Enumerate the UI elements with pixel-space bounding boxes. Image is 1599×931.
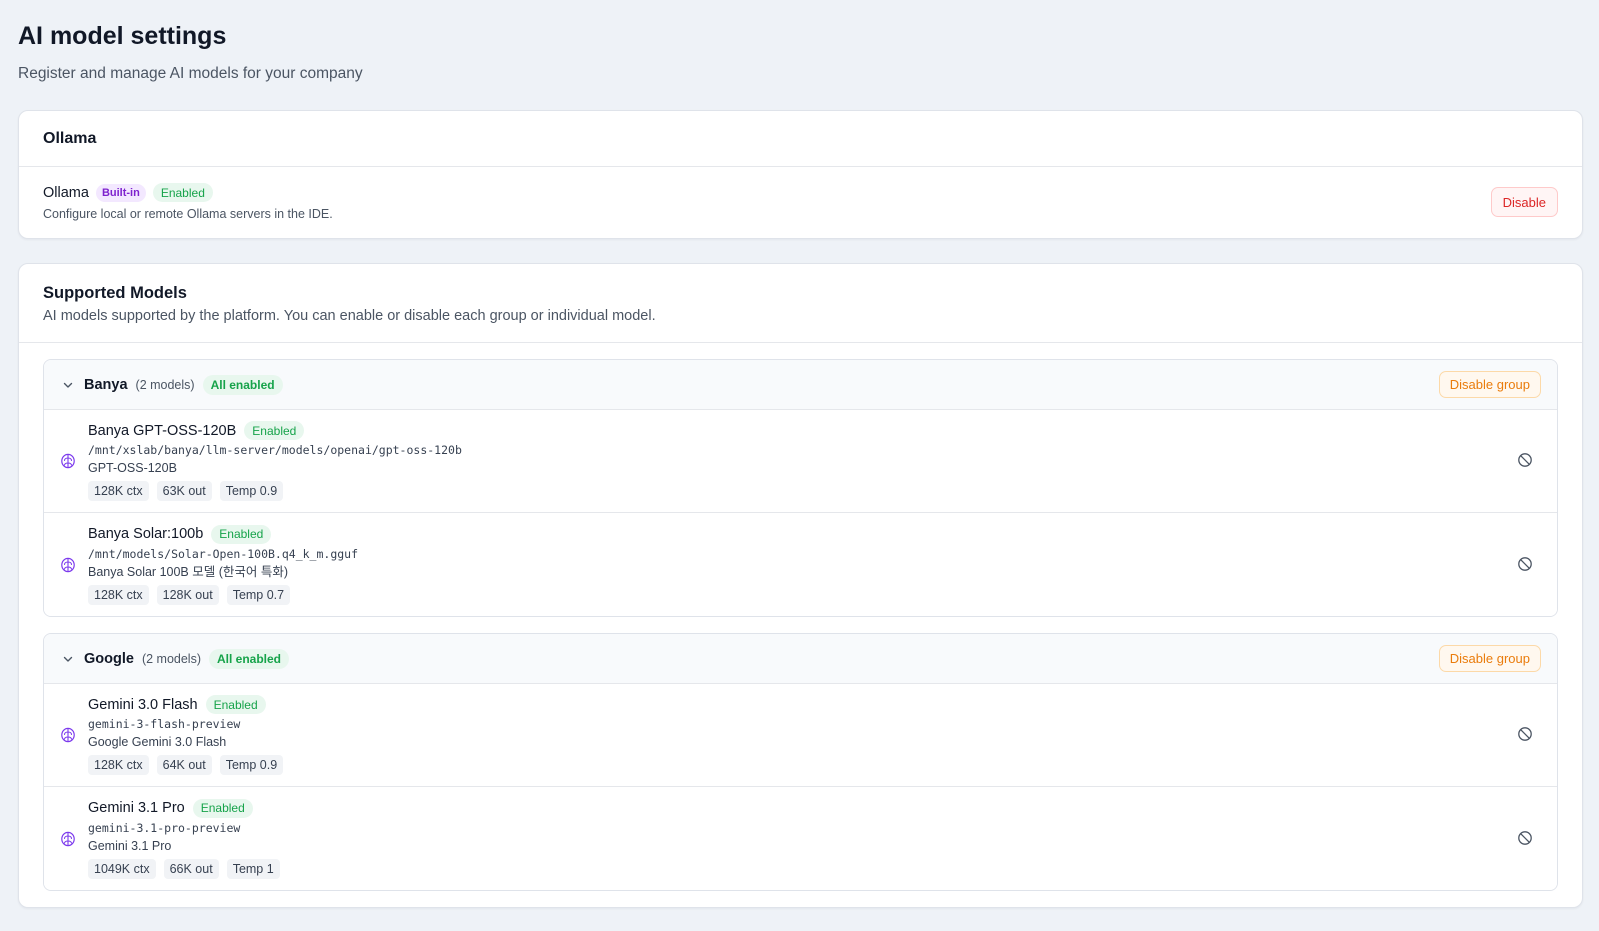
brain-icon [60,727,76,743]
page: AI model settings Register and manage AI… [0,0,1599,908]
model-row: Banya Solar:100b Enabled /mnt/models/Sol… [44,513,1557,616]
model-row: Gemini 3.1 Pro Enabled gemini-3.1-pro-pr… [44,787,1557,890]
ollama-disable-button[interactable]: Disable [1490,187,1558,217]
model-display-name: Banya Solar 100B 모델 (한국어 특화) [88,564,289,579]
group-model-count: (2 models) [141,651,201,666]
model-name-line: Gemini 3.0 Flash Enabled [88,695,1517,714]
group-model-count: (2 models) [135,377,195,392]
context-chip: 128K ctx [88,755,149,775]
model-name: Banya GPT-OSS-120B [88,422,237,439]
page-title: AI model settings [18,22,227,50]
model-status-badge: Enabled [205,695,266,714]
temperature-chip: Temp 1 [226,858,280,879]
ollama-description: Configure local or remote Ollama servers… [43,207,333,221]
chevron-down-icon[interactable] [60,377,76,393]
model-status-badge: Enabled [192,798,253,818]
model-group-banya: Banya (2 models) All enabled Disable gro… [43,359,1558,617]
ban-icon[interactable] [1517,830,1535,848]
model-display-name: Gemini 3.1 Pro [88,838,172,853]
group-status-badge: All enabled [202,374,283,395]
group-name: Banya [84,376,128,393]
ban-icon[interactable] [1517,726,1535,744]
model-group-google: Google (2 models) All enabled Disable gr… [43,633,1558,891]
model-name: Banya Solar:100b [88,526,204,542]
ollama-provider-row: Ollama Built-in Enabled Configure local … [19,167,1582,221]
model-details: Gemini 3.1 Pro Enabled gemini-3.1-pro-pr… [88,798,1517,879]
model-name: Gemini 3.1 Pro [88,800,185,816]
model-details: Banya GPT-OSS-120B Enabled /mnt/xslab/ba… [88,421,1517,501]
model-details: Gemini 3.0 Flash Enabled gemini-3-flash-… [88,695,1517,775]
group-name: Google [84,650,134,667]
brain-icon [60,453,76,469]
model-chips: 128K ctx 64K out Temp 0.9 [88,755,1517,775]
model-display-name: GPT-OSS-120B [88,461,177,475]
supported-models-title: Supported Models [43,284,187,302]
ollama-name: Ollama [43,184,89,201]
ollama-info: Ollama Built-in Enabled Configure local … [43,183,333,221]
group-header-left: Banya (2 models) All enabled [60,374,283,395]
brain-icon [60,557,76,573]
ban-icon[interactable] [1517,556,1535,574]
supported-models-description: AI models supported by the platform. You… [43,308,656,324]
model-path: gemini-3-flash-preview [88,717,241,731]
model-name: Gemini 3.0 Flash [88,696,198,713]
group-status-badge: All enabled [209,648,290,669]
model-chips: 1049K ctx 66K out Temp 1 [88,858,1517,879]
supported-models-header: Supported Models AI models supported by … [19,264,1582,343]
model-path: /mnt/xslab/banya/llm-server/models/opena… [88,443,462,457]
ollama-name-line: Ollama Built-in Enabled [43,183,333,202]
group-header-left: Google (2 models) All enabled [60,648,290,669]
temperature-chip: Temp 0.9 [219,481,284,501]
model-path: gemini-3.1-pro-preview [88,820,241,835]
group-header: Google (2 models) All enabled Disable gr… [44,634,1557,684]
model-status-badge: Enabled [211,524,272,544]
model-name-line: Banya GPT-OSS-120B Enabled [88,421,1517,440]
ban-icon[interactable] [1517,452,1535,470]
output-chip: 63K out [156,481,212,501]
model-status-badge: Enabled [244,421,305,440]
disable-group-button[interactable]: Disable group [1438,371,1541,398]
model-path: /mnt/models/Solar-Open-100B.q4_k_m.gguf [88,546,359,561]
chevron-down-icon[interactable] [60,651,76,667]
disable-group-button[interactable]: Disable group [1438,645,1541,672]
ollama-section-title: Ollama [43,129,97,147]
output-chip: 64K out [156,755,212,775]
ollama-card-header: Ollama [19,111,1582,167]
model-chips: 128K ctx 63K out Temp 0.9 [88,481,1517,501]
temperature-chip: Temp 0.7 [226,584,291,605]
model-display-name: Google Gemini 3.0 Flash [88,735,227,749]
model-row: Banya GPT-OSS-120B Enabled /mnt/xslab/ba… [44,410,1557,513]
brain-icon [60,831,76,847]
model-name-line: Banya Solar:100b Enabled [88,524,1517,544]
temperature-chip: Temp 0.9 [219,755,284,775]
ollama-card: Ollama Ollama Built-in Enabled Configure… [18,110,1583,239]
page-subtitle: Register and manage AI models for your c… [18,65,363,82]
model-row: Gemini 3.0 Flash Enabled gemini-3-flash-… [44,684,1557,787]
context-chip: 128K ctx [88,584,149,605]
model-chips: 128K ctx 128K out Temp 0.7 [88,584,1517,605]
ollama-status-badge: Enabled [152,183,213,202]
context-chip: 1049K ctx [88,858,156,879]
supported-models-card: Supported Models AI models supported by … [18,263,1583,908]
model-name-line: Gemini 3.1 Pro Enabled [88,798,1517,818]
output-chip: 128K out [156,584,219,605]
model-details: Banya Solar:100b Enabled /mnt/models/Sol… [88,524,1517,605]
group-header: Banya (2 models) All enabled Disable gro… [44,360,1557,410]
output-chip: 66K out [163,858,219,879]
builtin-badge: Built-in [95,183,146,202]
context-chip: 128K ctx [88,481,149,501]
